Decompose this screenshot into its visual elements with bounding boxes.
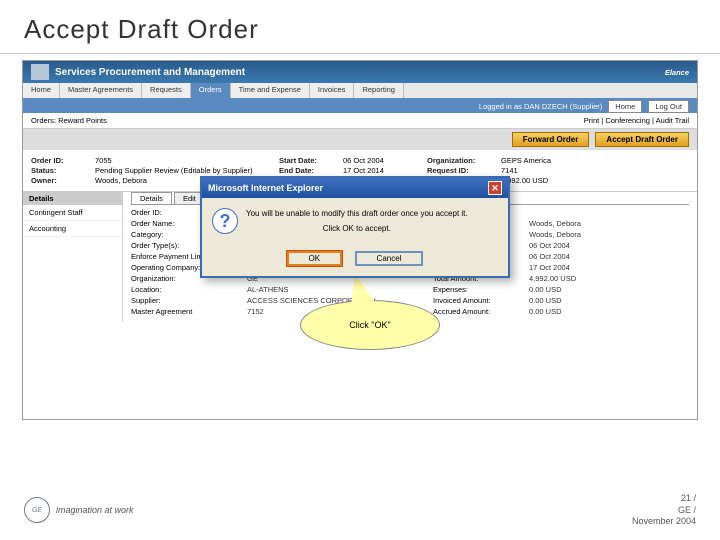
- sidebar-header: Details: [23, 192, 122, 205]
- slide-footer: GE imagination at work 21 / GE / Novembe…: [24, 493, 696, 528]
- tab-reporting[interactable]: Reporting: [354, 83, 404, 98]
- order-id-label: Order ID:: [31, 156, 91, 165]
- status-value: Pending Supplier Review (Editable by Sup…: [95, 166, 275, 175]
- tab-invoices[interactable]: Invoices: [310, 83, 355, 98]
- tab-home[interactable]: Home: [23, 83, 60, 98]
- brand-label: Elance: [665, 68, 689, 77]
- close-icon[interactable]: ✕: [488, 181, 502, 195]
- sidebar-item-accounting[interactable]: Accounting: [23, 221, 122, 237]
- logged-in-text: Logged in as DAN DZECH (Supplier): [479, 102, 602, 111]
- end-date-value: 17 Oct 2014: [343, 166, 423, 175]
- dialog-title-text: Microsoft Internet Explorer: [208, 183, 323, 193]
- start-date-value: 06 Oct 2004: [343, 156, 423, 165]
- tab-time-expense[interactable]: Time and Expense: [231, 83, 310, 98]
- detail-value: 06 Oct 2004: [529, 252, 629, 261]
- detail-label: Expenses:: [433, 285, 523, 294]
- organization-value: GEPS America: [501, 156, 581, 165]
- app-header: Services Procurement and Management Elan…: [23, 61, 697, 83]
- detail-value: AL-ATHENS: [247, 285, 427, 294]
- tab-orders[interactable]: Orders: [191, 83, 231, 98]
- detail-value: Woods, Debora: [529, 230, 629, 239]
- detail-value: 06 Oct 2004: [529, 241, 629, 250]
- detail-label: Master Agreement: [131, 307, 241, 316]
- detail-value: 0.00 USD: [529, 307, 629, 316]
- forward-order-button[interactable]: Forward Order: [512, 132, 590, 147]
- logout-button[interactable]: Log Out: [648, 100, 689, 113]
- breadcrumb: Orders: Reward Points Print | Conferenci…: [23, 113, 697, 129]
- cancel-button[interactable]: Cancel: [355, 251, 424, 266]
- detail-label: Location:: [131, 285, 241, 294]
- nav-tabs: Home Master Agreements Requests Orders T…: [23, 83, 697, 99]
- footer-org: GE /: [632, 505, 696, 517]
- start-date-label: Start Date:: [279, 156, 339, 165]
- dialog-message-2: Click OK to accept.: [246, 223, 468, 234]
- detail-label: Supplier:: [131, 296, 241, 305]
- slide-title: Accept Draft Order: [0, 0, 720, 54]
- dialog-message-1: You will be unable to modify this draft …: [246, 208, 468, 219]
- page-actions-links[interactable]: Print | Conferencing | Audit Trail: [584, 116, 689, 125]
- detail-value: 0.00 USD: [529, 285, 629, 294]
- sidebar-item-contingent-staff[interactable]: Contingent Staff: [23, 205, 122, 221]
- order-id-value: 7055: [95, 156, 275, 165]
- ge-logo-icon: GE: [24, 497, 50, 523]
- detail-label: Accrued Amount:: [433, 307, 523, 316]
- login-bar: Logged in as DAN DZECH (Supplier) Home L…: [23, 99, 697, 113]
- status-label: Status:: [31, 166, 91, 175]
- page-number: 21 /: [632, 493, 696, 505]
- footer-date: November 2004: [632, 516, 696, 528]
- detail-label: Invoiced Amount:: [433, 296, 523, 305]
- tab-requests[interactable]: Requests: [142, 83, 191, 98]
- request-id-label: Request ID:: [427, 166, 497, 175]
- panel-tab-details[interactable]: Details: [131, 192, 172, 204]
- owner-label: Owner:: [31, 176, 91, 185]
- end-date-label: End Date:: [279, 166, 339, 175]
- ok-button[interactable]: OK: [287, 251, 343, 266]
- detail-value: 17 Oct 2004: [529, 263, 629, 272]
- callout-text: Click "OK": [349, 320, 390, 330]
- dialog-titlebar[interactable]: Microsoft Internet Explorer ✕: [202, 178, 508, 198]
- sidebar: Details Contingent Staff Accounting: [23, 192, 123, 322]
- app-logo-icon: [31, 64, 49, 80]
- accept-draft-order-button[interactable]: Accept Draft Order: [595, 132, 689, 147]
- detail-value: Woods, Debora: [529, 219, 629, 228]
- breadcrumb-path: Orders: Reward Points: [31, 116, 107, 125]
- detail-value: [529, 208, 629, 217]
- home-button[interactable]: Home: [608, 100, 642, 113]
- request-id-value: 7141: [501, 166, 581, 175]
- tab-master-agreements[interactable]: Master Agreements: [60, 83, 142, 98]
- footer-tagline: imagination at work: [56, 505, 134, 515]
- total-amount-value: 4,992.00 USD: [501, 176, 581, 185]
- detail-value: 0.00 USD: [529, 296, 629, 305]
- action-bar: Forward Order Accept Draft Order: [23, 129, 697, 150]
- instruction-callout: Click "OK": [300, 300, 440, 350]
- app-title: Services Procurement and Management: [55, 67, 665, 78]
- question-icon: ?: [212, 208, 238, 234]
- organization-label: Organization:: [427, 156, 497, 165]
- confirm-dialog: Microsoft Internet Explorer ✕ ? You will…: [200, 176, 510, 278]
- detail-value: 4,992.00 USD: [529, 274, 629, 283]
